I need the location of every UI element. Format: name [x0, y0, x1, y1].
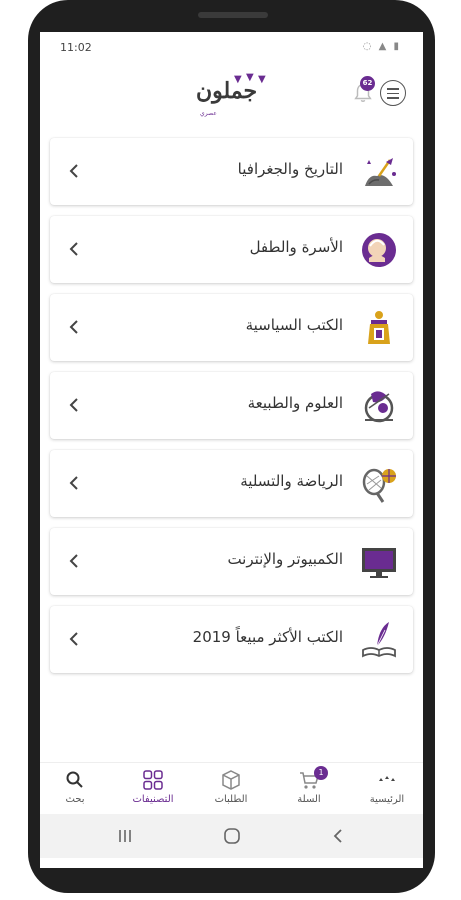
status-icons: ◌ ▲ ▮: [362, 41, 401, 52]
chevron-left-icon: [69, 320, 78, 334]
chevron-left-icon: [69, 164, 78, 178]
category-item-sports-entertainment[interactable]: الرياضة والتسلية: [50, 450, 413, 517]
category-label: الكتب السياسية: [245, 316, 343, 334]
logo-text: جملون: [196, 78, 258, 104]
category-label: الكمبيوتر والإنترنت: [227, 550, 343, 568]
nav-label: الطلبات: [214, 794, 248, 805]
category-item-politics[interactable]: الكتب السياسية: [50, 294, 413, 361]
menu-line: [387, 92, 399, 94]
family-child-icon: [362, 233, 396, 267]
phone-speaker: [198, 12, 268, 18]
history-geography-icon: [365, 158, 396, 186]
nav-label: السلة: [297, 794, 321, 805]
nav-search[interactable]: بحث: [40, 769, 110, 805]
nav-orders[interactable]: الطلبات: [196, 769, 266, 805]
computer-internet-icon: [362, 548, 396, 578]
category-item-family-child[interactable]: الأسرة والطفل: [50, 216, 413, 283]
bottom-navigation: بحث التصنيفات الطلبات 1 السلة الرئيسية: [40, 762, 423, 814]
status-bar: 11:02 ◌ ▲ ▮: [40, 32, 423, 62]
menu-line: [387, 88, 399, 90]
search-icon: [66, 771, 83, 788]
category-label: الكتب الأكثر مبيعاً 2019: [192, 628, 343, 646]
category-item-bestsellers[interactable]: الكتب الأكثر مبيعاً 2019: [50, 606, 413, 673]
nav-label: بحث: [65, 794, 85, 805]
chevron-left-icon: [69, 554, 78, 568]
chevron-left-icon: [69, 242, 78, 256]
nav-home[interactable]: الرئيسية: [352, 769, 422, 805]
sports-entertainment-icon: [362, 468, 396, 503]
category-label: العلوم والطبيعة: [247, 394, 343, 412]
box-icon: [222, 770, 240, 790]
politics-icon: [368, 311, 390, 344]
back-icon[interactable]: [330, 827, 348, 845]
app-screen: 11:02 ◌ ▲ ▮ ▼ ▼ ▼ جملون عصري 62 التاريخ …: [40, 32, 423, 868]
category-item-history-geography[interactable]: التاريخ والجغرافيا: [50, 138, 413, 205]
system-navigation-bar: [40, 814, 423, 858]
phone-frame: 11:02 ◌ ▲ ▮ ▼ ▼ ▼ جملون عصري 62 التاريخ …: [28, 0, 435, 893]
category-label: الرياضة والتسلية: [240, 472, 343, 490]
category-label: الأسرة والطفل: [249, 238, 343, 256]
category-item-computer-internet[interactable]: الكمبيوتر والإنترنت: [50, 528, 413, 595]
science-nature-icon: [364, 391, 394, 423]
menu-line: [387, 97, 399, 99]
category-label: التاريخ والجغرافيا: [237, 160, 343, 178]
menu-button[interactable]: [380, 80, 406, 106]
nav-cart[interactable]: 1 السلة: [274, 766, 344, 805]
nav-label: الرئيسية: [369, 794, 405, 805]
category-list: التاريخ والجغرافيا الأسرة والطفل الكتب ا…: [50, 138, 413, 684]
app-header: ▼ ▼ ▼ جملون عصري 62: [40, 62, 423, 126]
cart-badge: 1: [314, 766, 328, 780]
chevron-left-icon: [69, 476, 78, 490]
nav-label: التصنيفات: [132, 794, 174, 805]
logo-bird-icon: ▼: [258, 74, 266, 85]
category-item-science-nature[interactable]: العلوم والطبيعة: [50, 372, 413, 439]
chevron-left-icon: [69, 398, 78, 412]
nav-categories[interactable]: التصنيفات: [118, 769, 188, 805]
recent-apps-icon[interactable]: [116, 827, 134, 845]
home-button-icon[interactable]: [222, 826, 242, 846]
categories-grid-icon: [143, 770, 163, 790]
status-time: 11:02: [60, 41, 92, 54]
chevron-left-icon: [69, 632, 78, 646]
logo-subtitle: عصري: [200, 110, 217, 117]
notification-badge: 62: [360, 76, 375, 91]
home-birds-icon: [379, 776, 395, 781]
app-logo[interactable]: ▼ ▼ ▼ جملون عصري: [190, 70, 270, 120]
bestsellers-icon: [362, 622, 396, 658]
